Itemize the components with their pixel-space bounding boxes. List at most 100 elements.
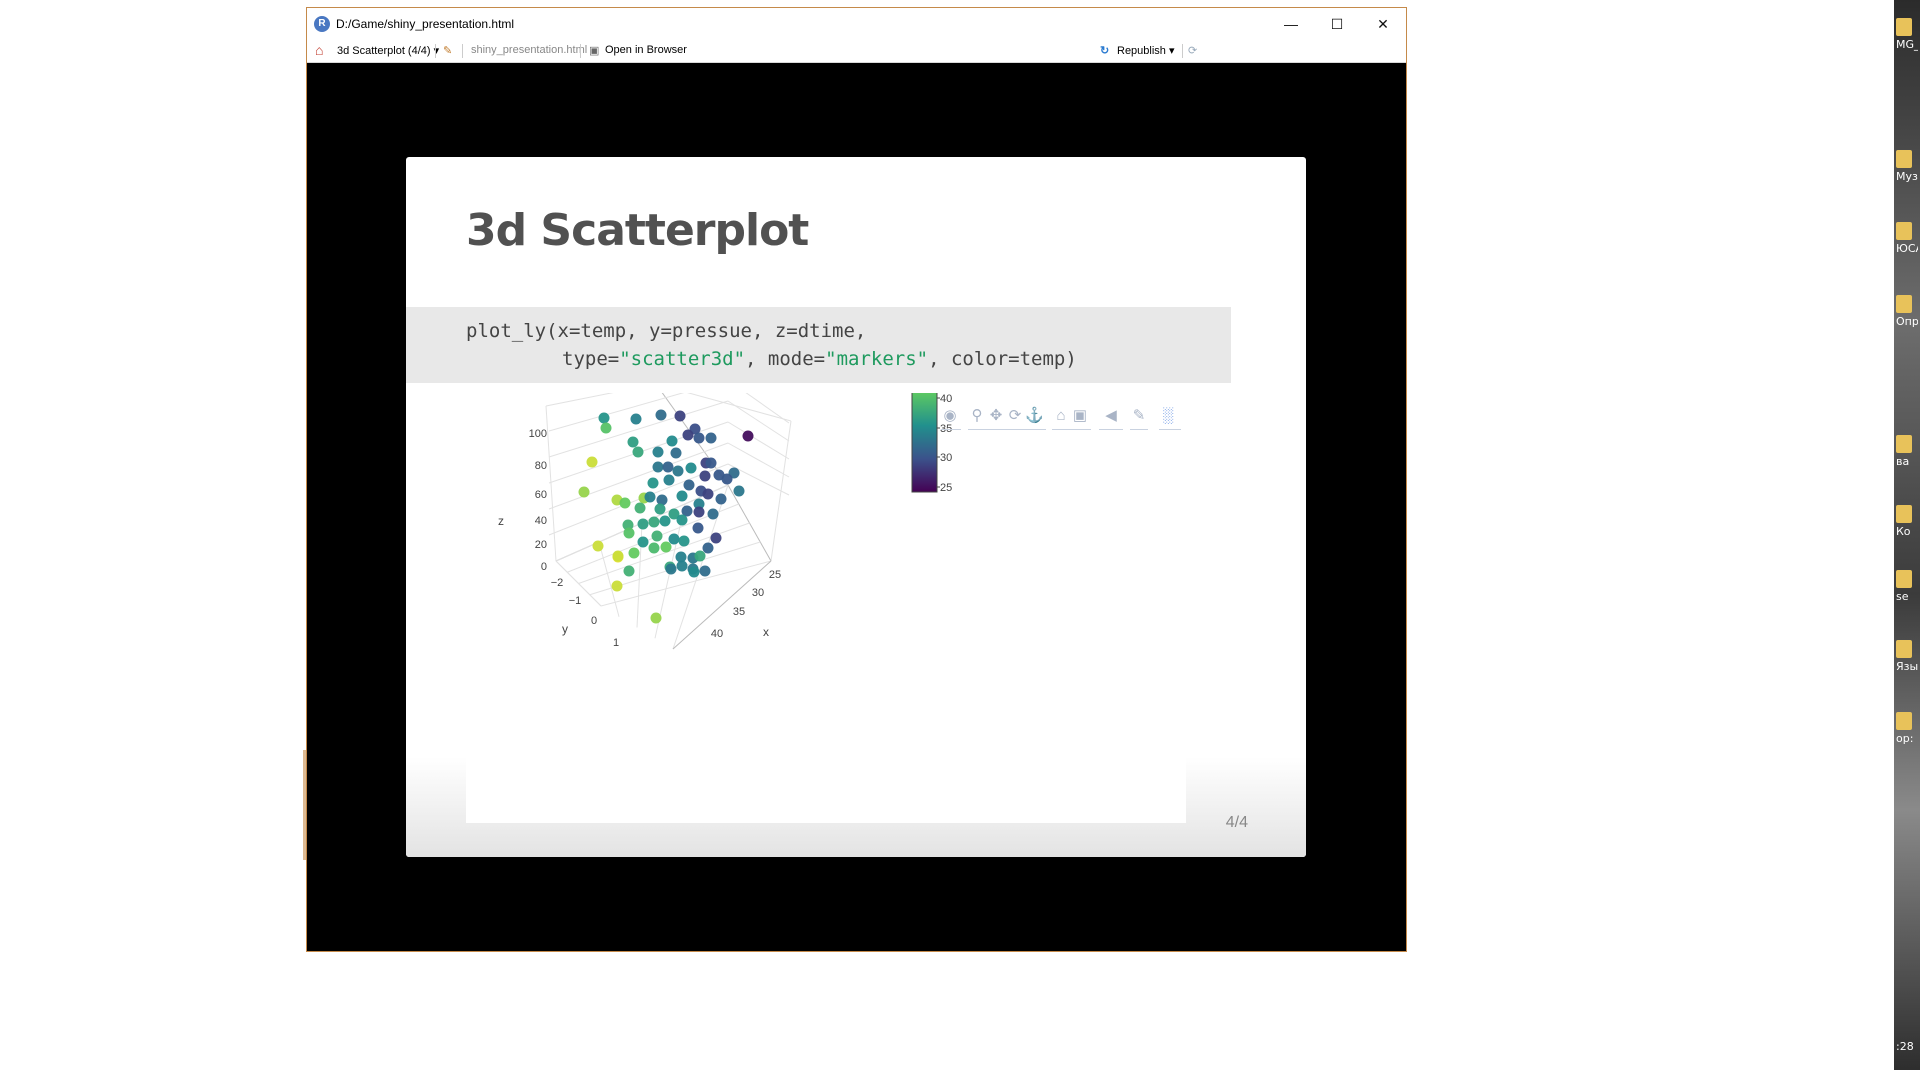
scatter-point bbox=[699, 565, 711, 577]
desktop-icon[interactable]: Музы Ярл bbox=[1896, 150, 1918, 183]
zoom-icon[interactable]: ⚲ bbox=[968, 407, 986, 425]
rstudio-icon: R bbox=[314, 16, 330, 32]
z-tick-label: 20 bbox=[535, 539, 547, 551]
slide-select[interactable]: 3d Scatterplot (4/4) ▾ bbox=[337, 44, 439, 57]
folder-icon bbox=[1896, 640, 1912, 658]
scatter3d-plot[interactable]: 020406080100z−2−101y25303540x4540353025 bbox=[466, 393, 1186, 823]
scatter-point bbox=[586, 456, 598, 468]
desktop-icon[interactable]: ор: bbox=[1896, 712, 1918, 745]
plot-area[interactable]: 020406080100z−2−101y25303540x4540353025 … bbox=[466, 393, 1186, 823]
z-axis-label: z bbox=[498, 514, 504, 528]
orbit-rotation-icon[interactable]: ⟳ bbox=[1006, 407, 1024, 425]
desktop-icon[interactable]: MG_ bbox=[1896, 18, 1918, 51]
scatter-point bbox=[637, 536, 649, 548]
desktop-icon[interactable]: se bbox=[1896, 570, 1918, 603]
hover-toggle-icon[interactable]: ◀ bbox=[1099, 407, 1123, 425]
desktop-icon-label: ор: bbox=[1896, 732, 1914, 745]
scatter-point bbox=[693, 506, 705, 518]
desktop-icon[interactable]: ва bbox=[1896, 435, 1918, 468]
scatter-point bbox=[678, 535, 690, 547]
scatter-point bbox=[578, 486, 590, 498]
scatter-point bbox=[693, 432, 705, 444]
folder-icon bbox=[1896, 295, 1912, 313]
scatter-point bbox=[628, 547, 640, 559]
folder-icon bbox=[1896, 435, 1912, 453]
scatter-point bbox=[670, 447, 682, 459]
open-in-browser-button[interactable]: Open in Browser bbox=[605, 44, 687, 56]
desktop-icon[interactable]: ЮСА bbox=[1896, 222, 1918, 255]
scatter-point bbox=[651, 530, 663, 542]
y-axis-label: y bbox=[562, 622, 568, 636]
scatter-point bbox=[742, 430, 754, 442]
reset-camera-icon[interactable]: ⌂ bbox=[1052, 407, 1070, 425]
x-tick-label: 35 bbox=[733, 606, 745, 618]
code-block: plot_ly(x=temp, y=pressue, z=dtime, type… bbox=[406, 307, 1231, 383]
folder-icon bbox=[1896, 712, 1912, 730]
title-bar[interactable]: R D:/Game/shiny_presentation.html — ☐ ✕ bbox=[307, 8, 1406, 40]
file-name-link[interactable]: shiny_presentation.html bbox=[471, 44, 587, 56]
desktop-icon[interactable]: Ко bbox=[1896, 505, 1918, 538]
scatter-point bbox=[715, 493, 727, 505]
home-icon[interactable]: ⌂ bbox=[315, 43, 323, 57]
desktop-icon[interactable]: Язы bbox=[1896, 640, 1918, 673]
folder-icon bbox=[1896, 570, 1912, 588]
scatter-point bbox=[702, 488, 714, 500]
scatter-point bbox=[612, 550, 624, 562]
scatter-point bbox=[665, 563, 677, 575]
turntable-rotation-icon[interactable]: ⚓ bbox=[1025, 407, 1044, 425]
republish-button[interactable]: Republish ▾ bbox=[1117, 44, 1175, 57]
scatter-point bbox=[692, 522, 704, 534]
scatter-point bbox=[623, 565, 635, 577]
desktop-icon[interactable]: Опре музы bbox=[1896, 295, 1918, 328]
viewer-toolbar: ⌂ 3d Scatterplot (4/4) ▾ ✎ shiny_present… bbox=[307, 40, 1406, 63]
scatter-point bbox=[652, 446, 664, 458]
scatter-point bbox=[699, 470, 711, 482]
browser-icon: ▣ bbox=[589, 45, 600, 57]
desktop-icon-label: Ко bbox=[1896, 525, 1911, 538]
scatter-point bbox=[694, 550, 706, 562]
scatter-point bbox=[623, 527, 635, 539]
plotly-logo-icon[interactable]: ░ bbox=[1159, 407, 1177, 425]
scatter-point bbox=[650, 612, 662, 624]
scatter-point bbox=[647, 477, 659, 489]
scatter-point bbox=[611, 580, 623, 592]
minimize-button[interactable]: — bbox=[1268, 8, 1314, 40]
grid-line bbox=[548, 393, 685, 432]
code-line-1: plot_ly(x=temp, y=pressue, z=dtime, bbox=[466, 320, 867, 342]
presentation-window: R D:/Game/shiny_presentation.html — ☐ ✕ … bbox=[306, 7, 1407, 952]
edit-chart-icon[interactable]: ✎ bbox=[1130, 407, 1148, 425]
colorbar-tick-label: 40 bbox=[940, 393, 952, 405]
maximize-button[interactable]: ☐ bbox=[1314, 8, 1360, 40]
folder-icon bbox=[1896, 222, 1912, 240]
refresh-icon[interactable]: ⟳ bbox=[1188, 44, 1197, 57]
pan-icon[interactable]: ✥ bbox=[987, 407, 1005, 425]
desktop-icon-label: Опре музы bbox=[1896, 315, 1918, 328]
camera-icon[interactable]: ◉ bbox=[941, 407, 959, 425]
folder-icon bbox=[1896, 18, 1912, 36]
scatter-point bbox=[644, 491, 656, 503]
edit-icon[interactable]: ✎ bbox=[443, 44, 452, 57]
scatter-point bbox=[634, 502, 646, 514]
x-tick-label: 25 bbox=[769, 569, 781, 581]
colorbar bbox=[911, 393, 938, 493]
scatter-point bbox=[648, 516, 660, 528]
desktop-icon-label: :28 bbox=[1896, 1040, 1914, 1053]
scatter-point bbox=[707, 508, 719, 520]
chevron-down-icon: ▾ bbox=[1168, 45, 1175, 57]
window-title: D:/Game/shiny_presentation.html bbox=[336, 17, 515, 31]
scatter-point bbox=[702, 542, 714, 554]
x-tick-label: 40 bbox=[711, 628, 723, 640]
save-camera-icon[interactable]: ▣ bbox=[1071, 407, 1089, 425]
desktop-icon[interactable]: :28 bbox=[1896, 1040, 1918, 1053]
republish-label: Republish bbox=[1117, 45, 1166, 57]
desktop-icon-label: ЮСА bbox=[1896, 242, 1918, 255]
scatter-point bbox=[733, 485, 745, 497]
scatter-point bbox=[676, 490, 688, 502]
slide-title: 3d Scatterplot bbox=[466, 205, 809, 256]
folder-icon bbox=[1896, 150, 1912, 168]
grid-line bbox=[727, 400, 790, 442]
grid-line bbox=[727, 421, 790, 460]
close-button[interactable]: ✕ bbox=[1360, 8, 1406, 40]
scatter-point bbox=[662, 461, 674, 473]
desktop-icon-label: ва bbox=[1896, 455, 1910, 468]
